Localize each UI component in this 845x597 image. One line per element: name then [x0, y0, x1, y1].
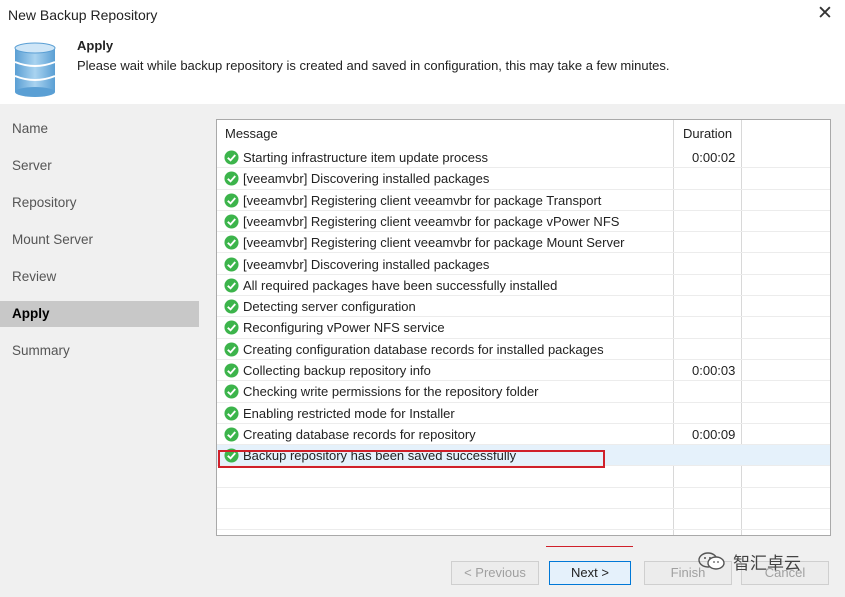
- log-duration: 0:00:03: [692, 363, 736, 378]
- success-check-icon: [224, 384, 239, 399]
- log-message: Creating database records for repository: [243, 426, 476, 442]
- success-check-icon: [224, 427, 239, 442]
- log-message: [veeamvbr] Discovering installed package…: [243, 171, 490, 187]
- sidebar-item-apply[interactable]: Apply: [0, 301, 199, 327]
- sidebar-item-server[interactable]: Server: [0, 153, 199, 179]
- table-row[interactable]: Creating configuration database records …: [217, 339, 830, 360]
- table-row[interactable]: [veeamvbr] Discovering installed package…: [217, 254, 830, 275]
- log-duration: 0:00:09: [692, 426, 736, 442]
- table-row[interactable]: [217, 509, 830, 531]
- table-row[interactable]: [veeamvbr] Registering client veeamvbr f…: [217, 190, 830, 211]
- previous-button[interactable]: < Previous: [451, 561, 539, 585]
- log-message: Creating configuration database records …: [243, 341, 604, 357]
- window-title: New Backup Repository: [8, 7, 158, 23]
- table-row[interactable]: Creating database records for repository…: [217, 424, 830, 446]
- column-header-message[interactable]: Message: [225, 120, 278, 147]
- sidebar-item-name[interactable]: Name: [0, 116, 199, 142]
- log-message: Starting infrastructure item update proc…: [243, 150, 488, 165]
- success-check-icon: [224, 320, 239, 335]
- table-row[interactable]: Starting infrastructure item update proc…: [217, 147, 830, 169]
- wizard-steps-sidebar: Name Server Repository Mount Server Revi…: [0, 104, 202, 547]
- wizard-header: Apply Please wait while backup repositor…: [0, 32, 845, 104]
- next-button[interactable]: Next >: [549, 561, 631, 585]
- success-check-icon: [224, 150, 239, 165]
- log-message: Reconfiguring vPower NFS service: [243, 320, 445, 336]
- wechat-icon: [698, 552, 725, 570]
- table-row[interactable]: [217, 488, 830, 510]
- table-row[interactable]: Reconfiguring vPower NFS service: [217, 317, 830, 339]
- step-description: Please wait while backup repository is c…: [77, 58, 670, 73]
- success-check-icon: [224, 299, 239, 314]
- success-check-icon: [224, 342, 239, 357]
- table-row[interactable]: [veeamvbr] Registering client veeamvbr f…: [217, 232, 830, 254]
- table-row[interactable]: All required packages have been successf…: [217, 275, 830, 297]
- table-row[interactable]: [veeamvbr] Registering client veeamvbr f…: [217, 211, 830, 233]
- success-check-icon: [224, 406, 239, 421]
- log-message: [veeamvbr] Registering client veeamvbr f…: [243, 213, 620, 229]
- table-row[interactable]: Enabling restricted mode for Installer: [217, 403, 830, 424]
- title-bar: New Backup Repository ✕: [0, 0, 845, 32]
- watermark-text: 智汇卓云: [733, 553, 801, 573]
- success-check-icon: [224, 363, 239, 378]
- success-check-icon: [224, 214, 239, 229]
- highlight-box-success-row: [218, 450, 605, 468]
- success-check-icon: [224, 193, 239, 208]
- close-icon[interactable]: ✕: [815, 4, 835, 24]
- watermark: 智汇卓云: [697, 548, 801, 574]
- log-duration: 0:00:02: [692, 150, 736, 165]
- log-message: Checking write permissions for the repos…: [243, 384, 539, 400]
- log-message: Detecting server configuration: [243, 299, 416, 315]
- success-check-icon: [224, 278, 239, 293]
- step-title: Apply: [77, 38, 114, 53]
- log-message: [veeamvbr] Registering client veeamvbr f…: [243, 235, 625, 251]
- sidebar-item-mount-server[interactable]: Mount Server: [0, 227, 199, 253]
- progress-log-table[interactable]: Message Duration Starting infrastructure…: [216, 119, 831, 536]
- log-message: [veeamvbr] Registering client veeamvbr f…: [243, 192, 602, 208]
- log-message: All required packages have been successf…: [243, 277, 558, 293]
- sidebar-item-summary[interactable]: Summary: [0, 338, 199, 364]
- log-message: [veeamvbr] Discovering installed package…: [243, 256, 490, 272]
- table-row[interactable]: [veeamvbr] Discovering installed package…: [217, 168, 830, 190]
- success-check-icon: [224, 171, 239, 186]
- table-row[interactable]: Collecting backup repository info 0:00:03: [217, 360, 830, 382]
- main-content: Message Duration Starting infrastructure…: [202, 104, 845, 547]
- success-check-icon: [224, 235, 239, 250]
- log-message: Enabling restricted mode for Installer: [243, 405, 455, 421]
- column-header-duration[interactable]: Duration: [683, 120, 732, 147]
- table-row[interactable]: Checking write permissions for the repos…: [217, 381, 830, 403]
- table-row[interactable]: [217, 467, 830, 488]
- sidebar-item-review[interactable]: Review: [0, 264, 199, 290]
- database-icon: [14, 42, 56, 97]
- table-row[interactable]: Detecting server configuration: [217, 296, 830, 318]
- success-check-icon: [224, 256, 239, 272]
- log-message: Collecting backup repository info: [243, 363, 431, 378]
- sidebar-item-repository[interactable]: Repository: [0, 190, 199, 216]
